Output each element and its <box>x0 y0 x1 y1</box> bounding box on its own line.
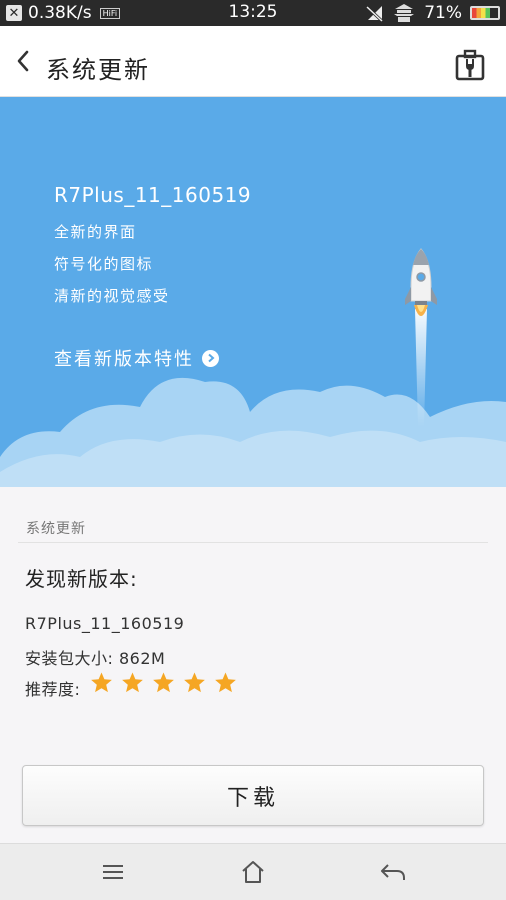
back-arrow-icon <box>381 864 405 880</box>
view-features-label: 查看新版本特性 <box>54 349 194 370</box>
status-right: 71% <box>366 0 500 26</box>
toolbox-button[interactable] <box>454 48 486 82</box>
menu-button[interactable] <box>98 858 128 886</box>
view-features-link[interactable]: 查看新版本特性 <box>54 345 219 371</box>
home-icon <box>242 861 264 883</box>
feature-3: 清新的视觉感受 <box>54 287 170 305</box>
page-title: 系统更新 <box>46 56 150 84</box>
feature-2: 符号化的图标 <box>54 255 154 273</box>
star-icon <box>215 672 236 693</box>
battery-fill <box>472 8 491 18</box>
home-button[interactable] <box>238 858 268 886</box>
star-icon <box>153 672 174 693</box>
signal-off-icon <box>366 5 384 22</box>
divider <box>18 542 488 543</box>
update-banner: R7Plus_11_160519 全新的界面 符号化的图标 清新的视觉感受 查看… <box>0 97 506 487</box>
download-button[interactable]: 下载 <box>22 765 484 826</box>
star-icon <box>122 672 143 693</box>
battery-icon <box>470 6 500 20</box>
nav-back-button[interactable] <box>378 858 408 886</box>
rating-stars <box>90 671 237 694</box>
star-icon <box>91 672 112 693</box>
battery-percent: 71% <box>424 3 462 23</box>
menu-icon <box>103 865 123 879</box>
status-bar: ✕ 0.38K/s HiFi 13:25 71% <box>0 0 506 26</box>
app-header: 系统更新 <box>0 26 506 97</box>
star-icon <box>184 672 205 693</box>
version-title: R7Plus_11_160519 <box>54 183 252 207</box>
chevron-left-icon <box>17 50 29 72</box>
package-size: 安装包大小: 862M <box>25 649 166 668</box>
feature-1: 全新的界面 <box>54 223 137 241</box>
found-new-version-title: 发现新版本: <box>25 567 138 591</box>
back-button[interactable] <box>10 46 36 76</box>
recommend-label: 推荐度: <box>25 680 81 699</box>
section-label: 系统更新 <box>26 521 86 537</box>
chevron-right-icon <box>202 349 219 367</box>
toolbox-icon <box>455 49 485 81</box>
pagoda-icon <box>394 4 415 22</box>
rocket-icon <box>405 248 437 427</box>
navigation-bar <box>0 843 506 900</box>
version-text: R7Plus_11_160519 <box>25 614 185 633</box>
